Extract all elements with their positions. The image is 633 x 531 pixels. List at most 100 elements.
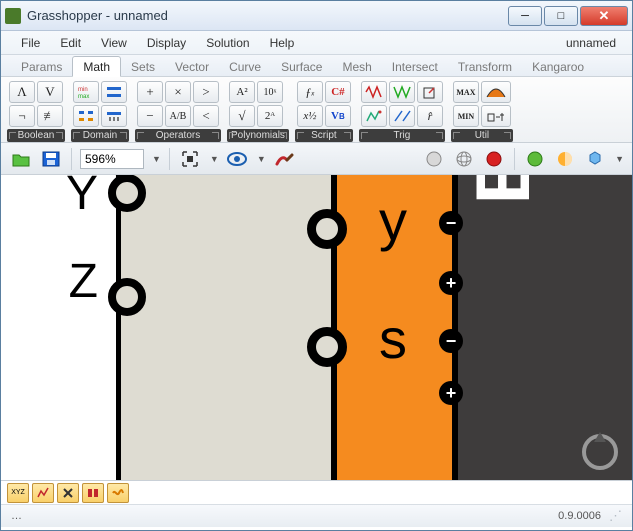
input-label-y: y xyxy=(379,193,407,249)
close-button[interactable]: ✕ xyxy=(580,6,628,26)
menu-display[interactable]: Display xyxy=(137,34,196,52)
maximize-button[interactable]: □ xyxy=(544,6,578,26)
preview-icon[interactable] xyxy=(225,147,249,171)
minimize-button[interactable]: ─ xyxy=(508,6,542,26)
tab-sets[interactable]: Sets xyxy=(121,57,165,76)
divide-domain-icon[interactable] xyxy=(101,105,127,127)
evaluate-icon[interactable]: ƒₓ xyxy=(297,81,323,103)
component-panel[interactable]: Y Z xyxy=(1,175,121,481)
remove-input-icon[interactable]: − xyxy=(439,211,463,235)
zoom-field[interactable]: 596% xyxy=(80,149,144,169)
tab-params[interactable]: Params xyxy=(11,57,72,76)
group-label[interactable]: Operators xyxy=(135,129,221,142)
power10-icon[interactable]: 10ˣ xyxy=(257,81,283,103)
svg-text:min: min xyxy=(78,87,88,93)
consecutive-icon[interactable] xyxy=(73,105,99,127)
tab-math[interactable]: Math xyxy=(72,56,121,77)
dropdown-icon[interactable]: ▼ xyxy=(210,154,219,164)
add-input-icon[interactable]: + xyxy=(439,381,463,405)
tab-intersect[interactable]: Intersect xyxy=(382,57,448,76)
degrees-icon[interactable] xyxy=(417,81,443,103)
min-icon[interactable]: MIN xyxy=(453,105,479,127)
output-port[interactable] xyxy=(108,175,146,212)
dropdown-icon[interactable]: ▼ xyxy=(615,154,624,164)
square-icon[interactable]: A² xyxy=(229,81,255,103)
status-text: … xyxy=(11,510,24,522)
group-label[interactable]: Boolean xyxy=(7,129,65,142)
category-tabs: Params Math Sets Vector Curve Surface Me… xyxy=(1,55,632,77)
shaded-icon[interactable] xyxy=(422,147,446,171)
power2-icon[interactable]: 2ᴬ xyxy=(257,105,283,127)
preview-mesh-icon[interactable] xyxy=(553,147,577,171)
tab-surface[interactable]: Surface xyxy=(271,57,332,76)
canvas[interactable]: Y Z y s EV − + − + xyxy=(1,175,632,481)
menu-solution[interactable]: Solution xyxy=(196,34,259,52)
less-icon[interactable]: < xyxy=(193,105,219,127)
gate-not-icon[interactable]: ¬ xyxy=(9,105,35,127)
group-label[interactable]: Trig xyxy=(359,129,445,142)
menu-help[interactable]: Help xyxy=(260,34,305,52)
menu-view[interactable]: View xyxy=(91,34,137,52)
align-widget-icon[interactable] xyxy=(57,483,79,503)
sketch-icon[interactable] xyxy=(272,147,296,171)
remove-input-icon[interactable]: − xyxy=(439,329,463,353)
tab-vector[interactable]: Vector xyxy=(165,57,219,76)
group-label[interactable]: Script xyxy=(295,129,353,142)
average-icon[interactable] xyxy=(481,105,511,127)
arcsine-icon[interactable] xyxy=(361,105,387,127)
radians-icon[interactable]: r̂ xyxy=(417,105,443,127)
tab-mesh[interactable]: Mesh xyxy=(332,57,381,76)
cluster-widget-icon[interactable] xyxy=(82,483,104,503)
gate-neq-icon[interactable]: ≢ xyxy=(37,105,63,127)
tangent-icon[interactable] xyxy=(389,105,415,127)
gate-and-icon[interactable]: Λ xyxy=(9,81,35,103)
output-port[interactable] xyxy=(108,278,146,316)
csharp-icon[interactable]: C# xyxy=(325,81,351,103)
tab-curve[interactable]: Curve xyxy=(219,57,271,76)
tab-kangaroo[interactable]: Kangaroo xyxy=(522,57,594,76)
zoom-extents-icon[interactable] xyxy=(178,147,202,171)
group-label[interactable]: Util xyxy=(451,129,513,142)
preview-settings-icon[interactable] xyxy=(583,147,607,171)
resize-grip-icon[interactable]: ⋰ xyxy=(609,512,622,520)
tab-transform[interactable]: Transform xyxy=(448,57,522,76)
sqrt-icon[interactable]: √ xyxy=(229,105,255,127)
expression-icon[interactable]: x½ xyxy=(297,105,323,127)
interpolate-icon[interactable] xyxy=(481,81,511,103)
vb-icon[interactable]: VB xyxy=(325,105,351,127)
cosine-icon[interactable] xyxy=(389,81,415,103)
input-port[interactable] xyxy=(307,209,347,249)
group-util: MAX MIN Util xyxy=(451,79,513,142)
gate-or-icon[interactable]: V xyxy=(37,81,63,103)
profiler-widget-icon[interactable] xyxy=(32,483,54,503)
open-file-icon[interactable] xyxy=(9,147,33,171)
wireframe-icon[interactable] xyxy=(452,147,476,171)
add-input-icon[interactable]: + xyxy=(439,271,463,295)
add-icon[interactable]: + xyxy=(137,81,163,103)
group-script: ƒₓ C# x½ VB Script xyxy=(295,79,353,142)
group-label[interactable]: Domain xyxy=(71,129,129,142)
domain-icon[interactable] xyxy=(101,81,127,103)
save-icon[interactable] xyxy=(39,147,63,171)
menu-file[interactable]: File xyxy=(11,34,50,52)
group-label[interactable]: Polynomials xyxy=(227,129,289,142)
subtract-icon[interactable]: − xyxy=(137,105,163,127)
input-label-s: s xyxy=(379,311,407,367)
xyz-widget-icon[interactable]: XYZ xyxy=(7,483,29,503)
sine-icon[interactable] xyxy=(361,81,387,103)
no-preview-icon[interactable] xyxy=(482,147,506,171)
menu-edit[interactable]: Edit xyxy=(50,34,91,52)
greater-icon[interactable]: > xyxy=(193,81,219,103)
markov-widget-icon[interactable] xyxy=(107,483,129,503)
input-port[interactable] xyxy=(307,327,347,367)
component-name: EV xyxy=(466,175,542,204)
preview-selected-icon[interactable] xyxy=(523,147,547,171)
dropdown-icon[interactable]: ▼ xyxy=(257,154,266,164)
compass-icon[interactable] xyxy=(578,430,622,474)
multiply-icon[interactable]: × xyxy=(165,81,191,103)
bounds-icon[interactable]: minmax xyxy=(73,81,99,103)
max-icon[interactable]: MAX xyxy=(453,81,479,103)
output-label-y: Y xyxy=(66,175,98,218)
zoom-dropdown-icon[interactable]: ▼ xyxy=(152,154,161,164)
divide-ab-icon[interactable]: A/B xyxy=(165,105,191,127)
